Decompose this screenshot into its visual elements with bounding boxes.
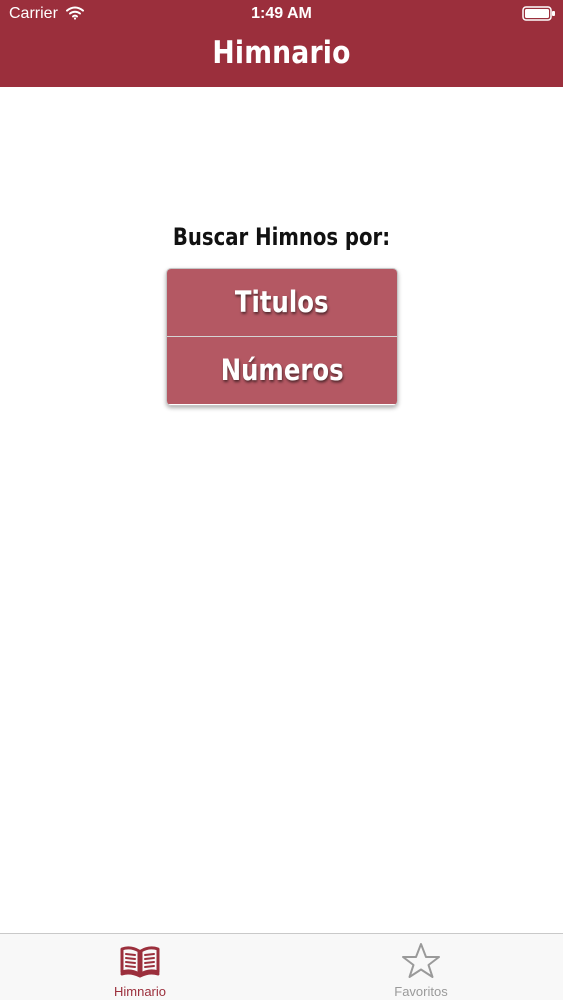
navigation-header: Carrier 1:49 AM Himnario xyxy=(0,0,563,87)
search-prompt-label: Buscar Himnos por: xyxy=(172,223,391,251)
tab-himnario[interactable]: Himnario xyxy=(70,934,210,1000)
numbers-button[interactable]: Números xyxy=(167,337,397,404)
titles-button-label: Titulos xyxy=(235,285,329,319)
numbers-button-label: Números xyxy=(220,353,344,387)
tab-favoritos-label: Favoritos xyxy=(394,984,448,999)
battery-icon xyxy=(522,6,555,21)
page-title: Himnario xyxy=(212,35,351,71)
status-time: 1:49 AM xyxy=(251,5,312,22)
titles-button[interactable]: Titulos xyxy=(167,269,397,337)
tab-bar: Himnario Favoritos xyxy=(0,933,563,1000)
book-icon xyxy=(120,946,160,978)
status-bar: Carrier 1:49 AM xyxy=(0,0,563,28)
tab-himnario-label: Himnario xyxy=(113,984,166,999)
search-options: Titulos Números xyxy=(166,268,398,406)
star-icon xyxy=(402,943,440,978)
tab-favoritos[interactable]: Favoritos xyxy=(351,934,491,1000)
